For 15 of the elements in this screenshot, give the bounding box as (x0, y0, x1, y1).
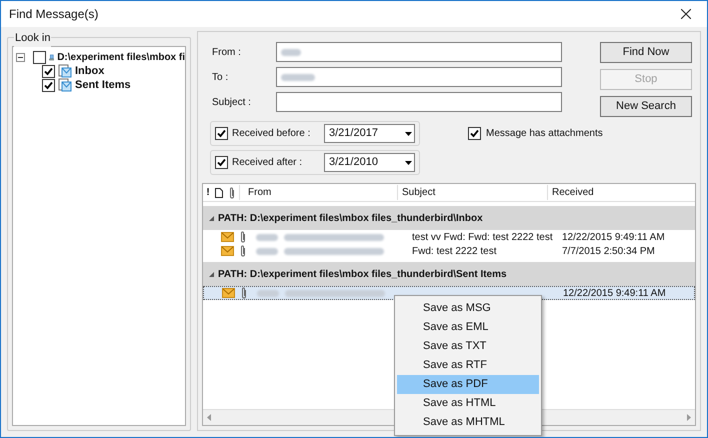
field-label: From : (212, 46, 242, 60)
table-cell-text: test vv Fwd: Fwd: test 2222 test (411, 230, 554, 244)
group-label: Look in (14, 30, 52, 46)
window-title: Find Message(s) (9, 6, 98, 23)
group-path: PATH: D:\experiment files\mbox files_thunderbird\Inbox (218, 212, 483, 226)
table-cell-text: 12/22/2015 9:49:11 AM (562, 286, 667, 300)
group-path: PATH: D:\experiment files\mbox files_thunderbird\Sent Items (218, 268, 507, 282)
checkbox-label: Message has attachments (486, 127, 603, 141)
table-cell-text: Fwd: test 2222 test (411, 244, 498, 258)
field-label: To : (212, 70, 230, 84)
field-label: Subject : (212, 96, 252, 110)
checkbox-label: Received after : (232, 156, 304, 170)
table-cell-text: 7/7/2015 2:50:34 PM (561, 244, 656, 258)
table-cell-text: 12/22/2015 9:49:11 AM (561, 230, 666, 244)
checkbox-label: Received before : (232, 127, 312, 141)
